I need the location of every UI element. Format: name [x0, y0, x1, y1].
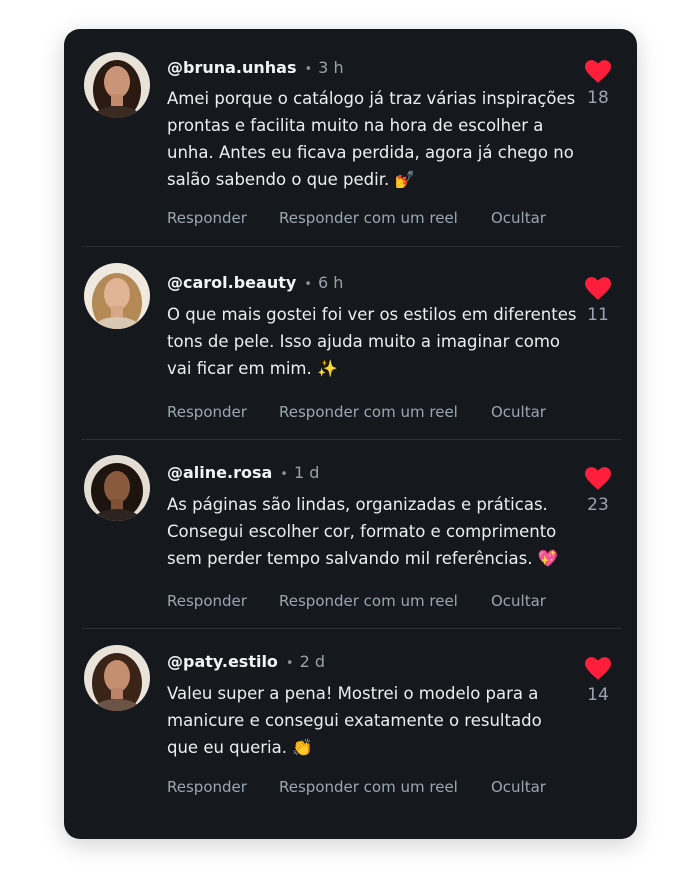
comment-header: @aline.rosa • 1 d: [167, 463, 319, 485]
timestamp: 1 d: [293, 463, 320, 482]
like-count: 11: [587, 305, 609, 325]
username[interactable]: @carol.beauty: [167, 273, 296, 292]
hide-button[interactable]: Ocultar: [491, 208, 546, 228]
reply-button[interactable]: Responder: [167, 208, 247, 228]
hide-button[interactable]: Ocultar: [491, 777, 546, 797]
comments-panel: @bruna.unhas • 3 h Amei porque o catálogo …: [64, 29, 637, 839]
comment-text: Amei porque o catálogo já traz várias in…: [167, 89, 576, 189]
heart-icon: [585, 60, 611, 83]
comment-text: Valeu super a pena! Mostrei o modelo par…: [167, 684, 542, 757]
reply-button[interactable]: Responder: [167, 402, 247, 422]
reply-with-reel-button[interactable]: Responder com um reel: [279, 591, 458, 611]
heart-icon: [585, 277, 611, 300]
separator-dot: •: [304, 277, 312, 292]
avatar[interactable]: [84, 455, 150, 521]
hide-button[interactable]: Ocultar: [491, 402, 546, 422]
reply-with-reel-button[interactable]: Responder com um reel: [279, 777, 458, 797]
divider: [82, 246, 621, 247]
timestamp: 2 d: [299, 652, 326, 671]
avatar[interactable]: [84, 52, 150, 118]
like-count: 14: [587, 685, 609, 705]
reply-with-reel-button[interactable]: Responder com um reel: [279, 402, 458, 422]
username[interactable]: @paty.estilo: [167, 652, 278, 671]
like-button[interactable]: 14: [582, 657, 614, 705]
heart-icon: [585, 467, 611, 490]
like-button[interactable]: 11: [582, 277, 614, 325]
username[interactable]: @bruna.unhas: [167, 58, 297, 77]
like-count: 18: [587, 88, 609, 108]
timestamp: 3 h: [318, 58, 344, 77]
like-count: 23: [587, 495, 609, 515]
divider: [82, 439, 621, 440]
divider: [82, 628, 621, 629]
hide-button[interactable]: Ocultar: [491, 591, 546, 611]
separator-dot: •: [304, 62, 313, 77]
separator-dot: •: [285, 656, 294, 671]
comment-text: O que mais gostei foi ver os estilos em …: [167, 305, 577, 378]
timestamp: 6 h: [317, 273, 344, 292]
avatar[interactable]: [84, 645, 150, 711]
avatar[interactable]: [84, 263, 150, 329]
username[interactable]: @aline.rosa: [167, 463, 272, 482]
heart-icon: [585, 657, 611, 680]
like-button[interactable]: 23: [582, 467, 614, 515]
comment-header: @paty.estilo • 2 d: [167, 652, 325, 674]
comment-text: As páginas são lindas, organizadas e prá…: [167, 495, 559, 568]
like-button[interactable]: 18: [582, 60, 614, 108]
separator-dot: •: [280, 467, 288, 482]
reply-with-reel-button[interactable]: Responder com um reel: [279, 208, 458, 228]
reply-button[interactable]: Responder: [167, 591, 247, 611]
reply-button[interactable]: Responder: [167, 777, 247, 797]
comment-header: @bruna.unhas • 3 h: [167, 58, 344, 80]
comment-header: @carol.beauty • 6 h: [167, 273, 343, 295]
